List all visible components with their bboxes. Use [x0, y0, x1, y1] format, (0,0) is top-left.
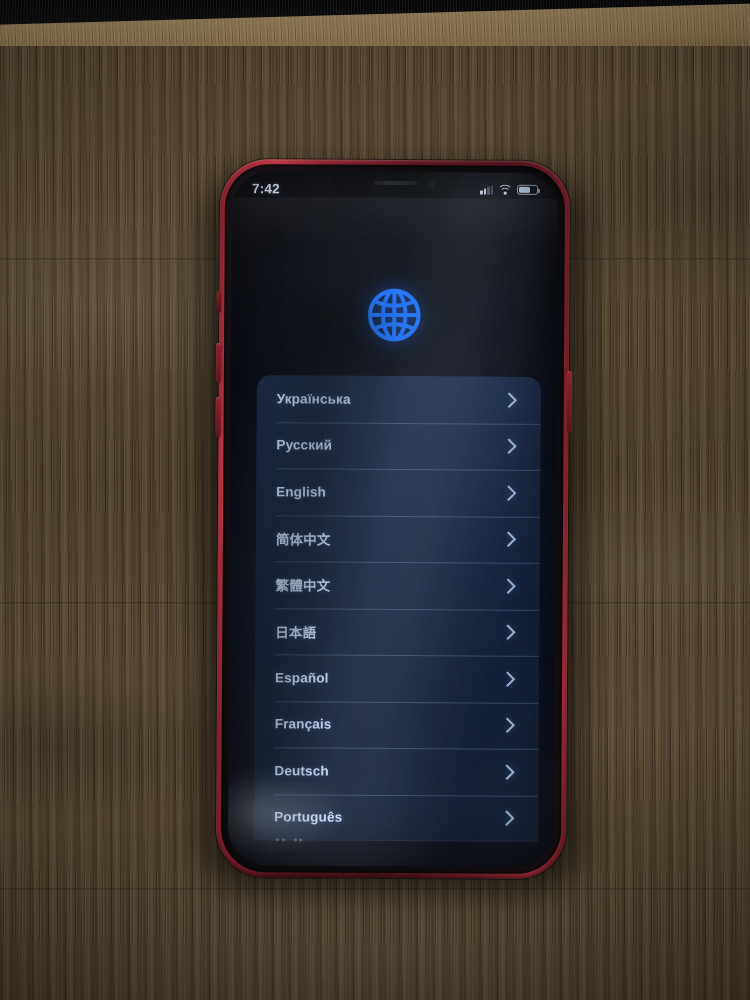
chevron-right-icon — [498, 810, 515, 827]
list-item[interactable]: Русский — [256, 422, 540, 470]
status-bar-clock: 7:42 — [251, 180, 280, 196]
language-label: Português — [274, 809, 343, 825]
chevron-right-icon — [500, 485, 517, 501]
language-label: Українська — [276, 391, 351, 407]
cellular-signal-icon — [480, 185, 494, 195]
language-selection-list[interactable]: Українська Русский English 简体中文 繁體中文 日本語… — [254, 375, 541, 842]
chevron-right-icon — [500, 624, 516, 641]
phone-screen[interactable]: 7:42 Українська Русский English 简体中文 繁體中… — [227, 171, 559, 867]
language-label: 简体中文 — [275, 532, 331, 548]
list-item[interactable]: 繁體中文 — [255, 561, 539, 609]
wifi-icon — [497, 184, 513, 200]
language-label: English — [276, 484, 327, 500]
language-label: Français — [274, 716, 332, 732]
language-label: Español — [274, 670, 329, 686]
list-item[interactable]: Español — [255, 654, 539, 702]
globe-icon — [367, 288, 421, 342]
list-item[interactable]: 简体中文 — [256, 515, 540, 563]
volume-down-button[interactable] — [215, 396, 221, 437]
photo-scene: 7:42 Українська Русский English 简体中文 繁體中… — [0, 0, 750, 1000]
list-item[interactable]: English — [256, 468, 540, 516]
language-label: 繁體中文 — [275, 578, 331, 594]
globe-icon-container — [231, 283, 557, 347]
chevron-right-icon — [499, 764, 515, 780]
status-bar-indicators — [480, 184, 541, 200]
side-power-button[interactable] — [566, 371, 572, 434]
chevron-right-icon — [501, 392, 518, 408]
list-item[interactable]: Українська — [257, 375, 541, 423]
volume-up-button[interactable] — [215, 342, 222, 383]
list-item[interactable]: Deutsch — [254, 747, 538, 795]
chevron-right-icon — [501, 438, 517, 455]
chevron-right-icon — [500, 578, 516, 594]
list-item[interactable]: Português — [254, 794, 538, 842]
language-label: Deutsch — [274, 763, 329, 779]
mute-switch[interactable] — [216, 290, 222, 313]
language-label: 日本語 — [275, 625, 317, 641]
language-label: Русский — [276, 437, 333, 453]
iphone-device: 7:42 Українська Русский English 简体中文 繁體中… — [199, 158, 587, 894]
chevron-right-icon — [500, 531, 517, 548]
status-bar: 7:42 — [232, 171, 558, 207]
list-item[interactable]: Français — [255, 701, 539, 749]
chevron-right-icon — [499, 671, 516, 687]
list-item[interactable]: 日本語 — [255, 608, 539, 656]
battery-icon — [516, 184, 541, 196]
home-indicator-dots — [276, 838, 303, 842]
chevron-right-icon — [499, 717, 516, 734]
